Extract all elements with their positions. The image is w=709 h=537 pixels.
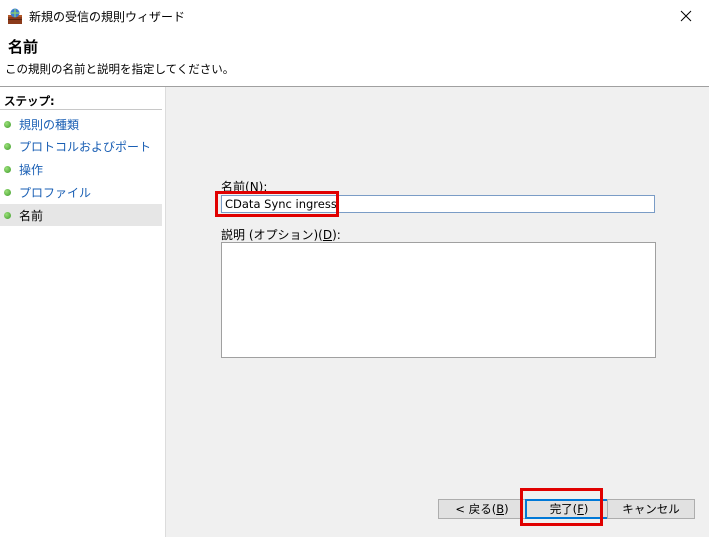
steps-sidebar: ステップ: 規則の種類 プロトコルおよびポート 操作 プロファイル 名前 <box>0 87 166 537</box>
title-bar: 新規の受信の規則ウィザード <box>0 0 709 32</box>
back-button[interactable]: < 戻る(B) <box>438 499 526 519</box>
step-rule-type[interactable]: 規則の種類 <box>0 113 162 135</box>
window-title: 新規の受信の規則ウィザード <box>29 10 186 24</box>
step-status-icon <box>4 165 11 173</box>
step-label: プロファイル <box>19 185 92 200</box>
step-label: プロトコルおよびポート <box>19 139 152 154</box>
wizard-header: 名前 この規則の名前と説明を指定してください。 <box>0 32 709 86</box>
page-title: 名前 <box>8 38 39 56</box>
step-status-icon <box>4 211 11 219</box>
step-action[interactable]: 操作 <box>0 158 162 180</box>
step-label: 名前 <box>19 208 44 223</box>
firewall-icon <box>8 8 22 24</box>
step-profile[interactable]: プロファイル <box>0 181 162 203</box>
step-name[interactable]: 名前 <box>0 204 162 226</box>
description-label: 説明 (オプション)(D): <box>221 228 341 242</box>
step-status-icon <box>4 142 11 150</box>
text-caret <box>337 198 339 210</box>
page-description: この規則の名前と説明を指定してください。 <box>5 62 235 76</box>
step-status-icon <box>4 120 11 128</box>
step-protocol-port[interactable]: プロトコルおよびポート <box>0 135 162 157</box>
step-label: 操作 <box>19 162 44 177</box>
cancel-button[interactable]: キャンセル <box>607 499 695 519</box>
close-button[interactable] <box>663 0 709 32</box>
step-label: 規則の種類 <box>19 117 80 132</box>
name-label: 名前(N): <box>221 180 268 194</box>
description-textarea[interactable] <box>221 242 656 358</box>
finish-button[interactable]: 完了(F) <box>525 499 613 519</box>
steps-divider <box>0 109 162 110</box>
step-status-icon <box>4 188 11 196</box>
name-input[interactable]: CData Sync ingress <box>221 195 655 213</box>
close-icon <box>680 10 692 22</box>
steps-title: ステップ: <box>4 94 55 108</box>
